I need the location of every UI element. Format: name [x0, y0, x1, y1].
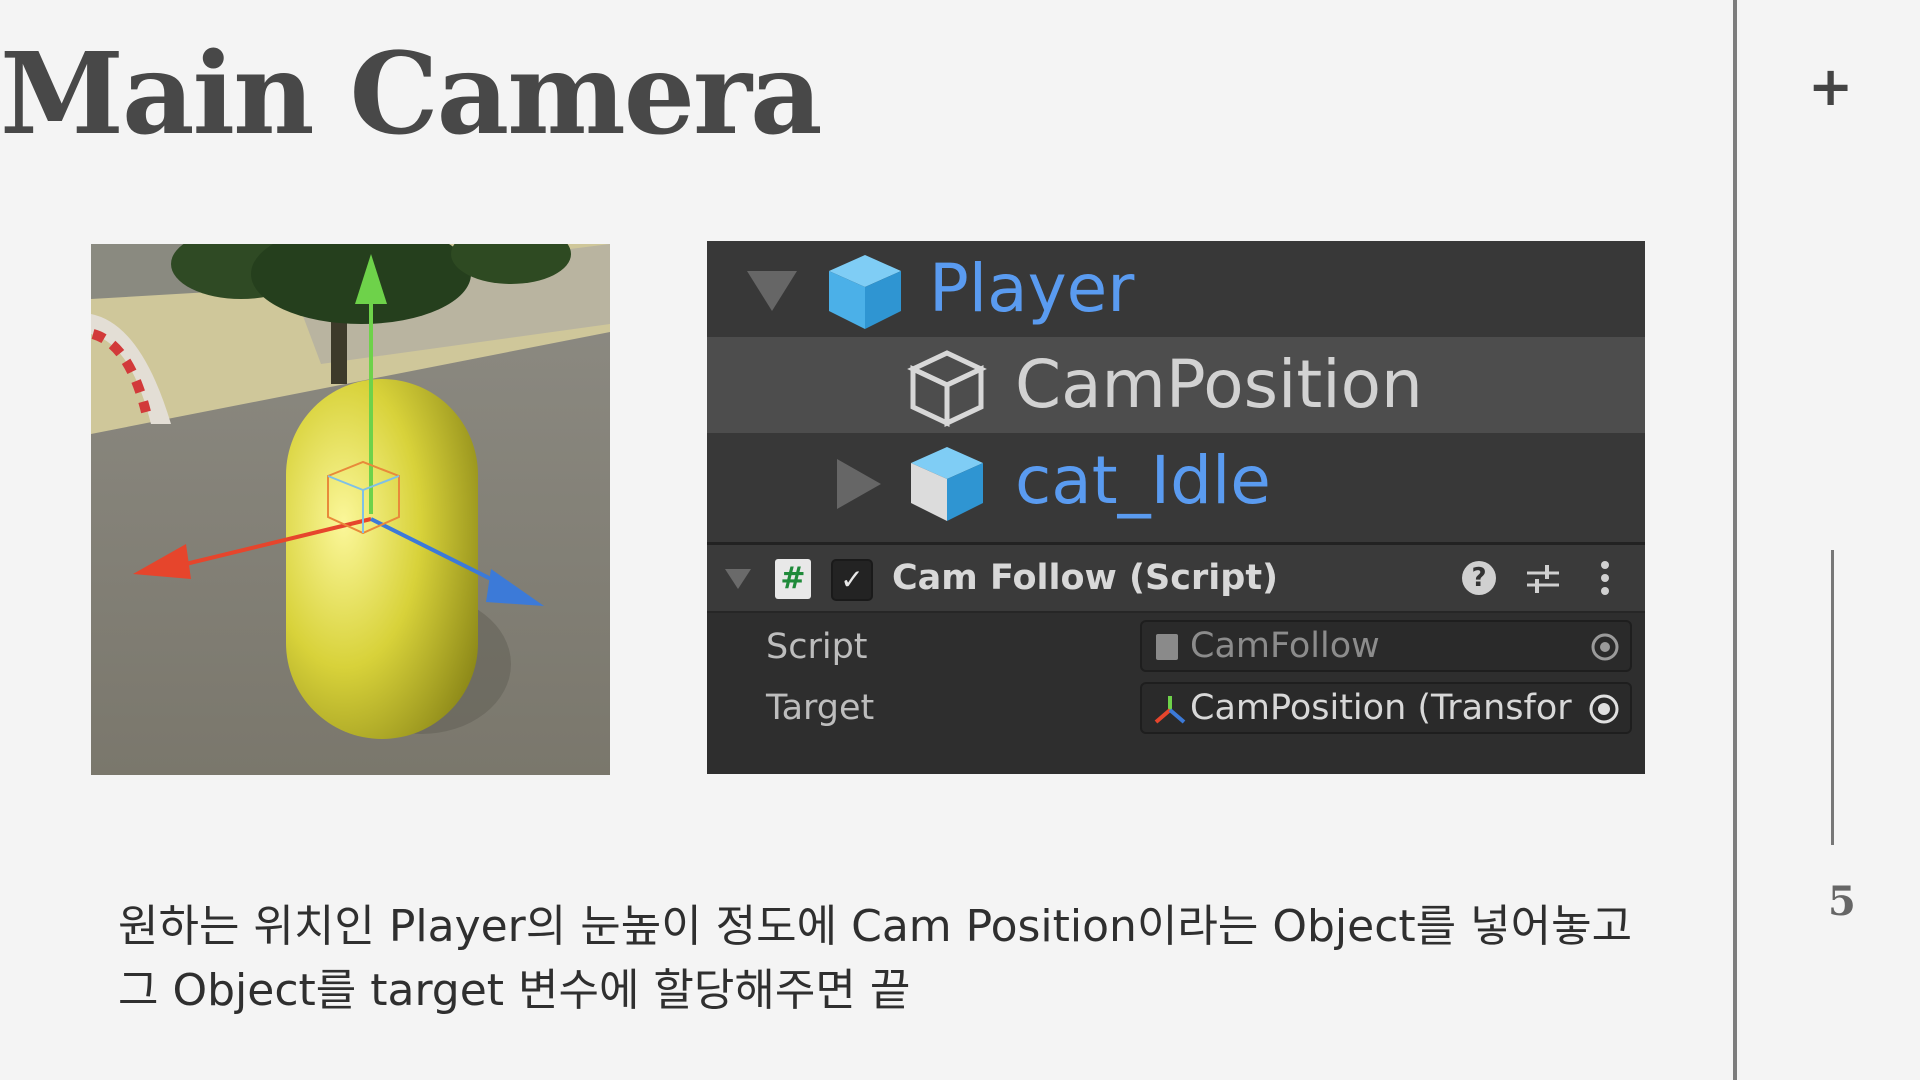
target-field[interactable]: CamPosition (Transfor: [1140, 682, 1632, 734]
script-field[interactable]: CamFollow: [1140, 620, 1632, 672]
scene-illustration: [91, 244, 610, 775]
page-number: 5: [1828, 878, 1856, 925]
preset-sliders-icon[interactable]: [1525, 561, 1561, 595]
script-icon: [1156, 634, 1178, 660]
hierarchy-label-camposition: CamPosition: [1015, 346, 1423, 423]
caption-line-1: 원하는 위치인 Player의 눈높이 정도에 Cam Position이라는 …: [118, 901, 1633, 952]
hierarchy-label-cat-idle: cat_Idle: [1015, 442, 1271, 519]
prefab-cube-icon: [829, 255, 901, 329]
help-icon[interactable]: ?: [1462, 561, 1496, 595]
progress-line: [1831, 550, 1834, 845]
slide-caption: 원하는 위치인 Player의 눈높이 정도에 Cam Position이라는 …: [118, 895, 1698, 1023]
more-options-icon[interactable]: [1599, 559, 1611, 597]
transform-icon: [1154, 696, 1186, 724]
gameobject-cube-icon: [907, 350, 987, 427]
target-field-value: CamPosition (Transfor: [1190, 688, 1572, 728]
target-field-label: Target: [766, 688, 875, 728]
script-field-value: CamFollow: [1190, 626, 1380, 666]
unity-editor-screenshot: Player CamPosition cat_Idle # ✓ Cam Foll…: [707, 241, 1645, 774]
hierarchy-label-player: Player: [929, 250, 1135, 327]
script-field-label: Script: [766, 627, 868, 667]
slide-title: Main Camera: [0, 29, 823, 160]
hierarchy-item-player[interactable]: Player: [707, 241, 1645, 337]
foldout-arrow-icon[interactable]: [725, 569, 751, 591]
component-header[interactable]: # ✓ Cam Follow (Script) ?: [707, 542, 1645, 613]
expand-arrow-icon[interactable]: [747, 271, 797, 316]
object-picker-icon[interactable]: [1588, 693, 1620, 725]
enabled-checkbox[interactable]: ✓: [831, 559, 873, 601]
plus-icon[interactable]: +: [1808, 60, 1853, 114]
hierarchy-item-cat-idle[interactable]: cat_Idle: [707, 433, 1645, 529]
hierarchy-item-camposition[interactable]: CamPosition: [707, 337, 1645, 433]
inspector-panel: # ✓ Cam Follow (Script) ? Script CamFoll…: [707, 542, 1645, 774]
scene-view-image: [91, 244, 610, 775]
collapsed-arrow-icon[interactable]: [837, 459, 883, 509]
vertical-divider: [1733, 0, 1737, 1080]
model-prefab-icon: [911, 447, 983, 521]
script-hash-icon: #: [775, 559, 811, 599]
component-title: Cam Follow (Script): [892, 558, 1279, 598]
caption-line-2: 그 Object를 target 변수에 할당해주면 끝: [118, 965, 911, 1016]
object-picker-icon[interactable]: [1590, 632, 1620, 662]
